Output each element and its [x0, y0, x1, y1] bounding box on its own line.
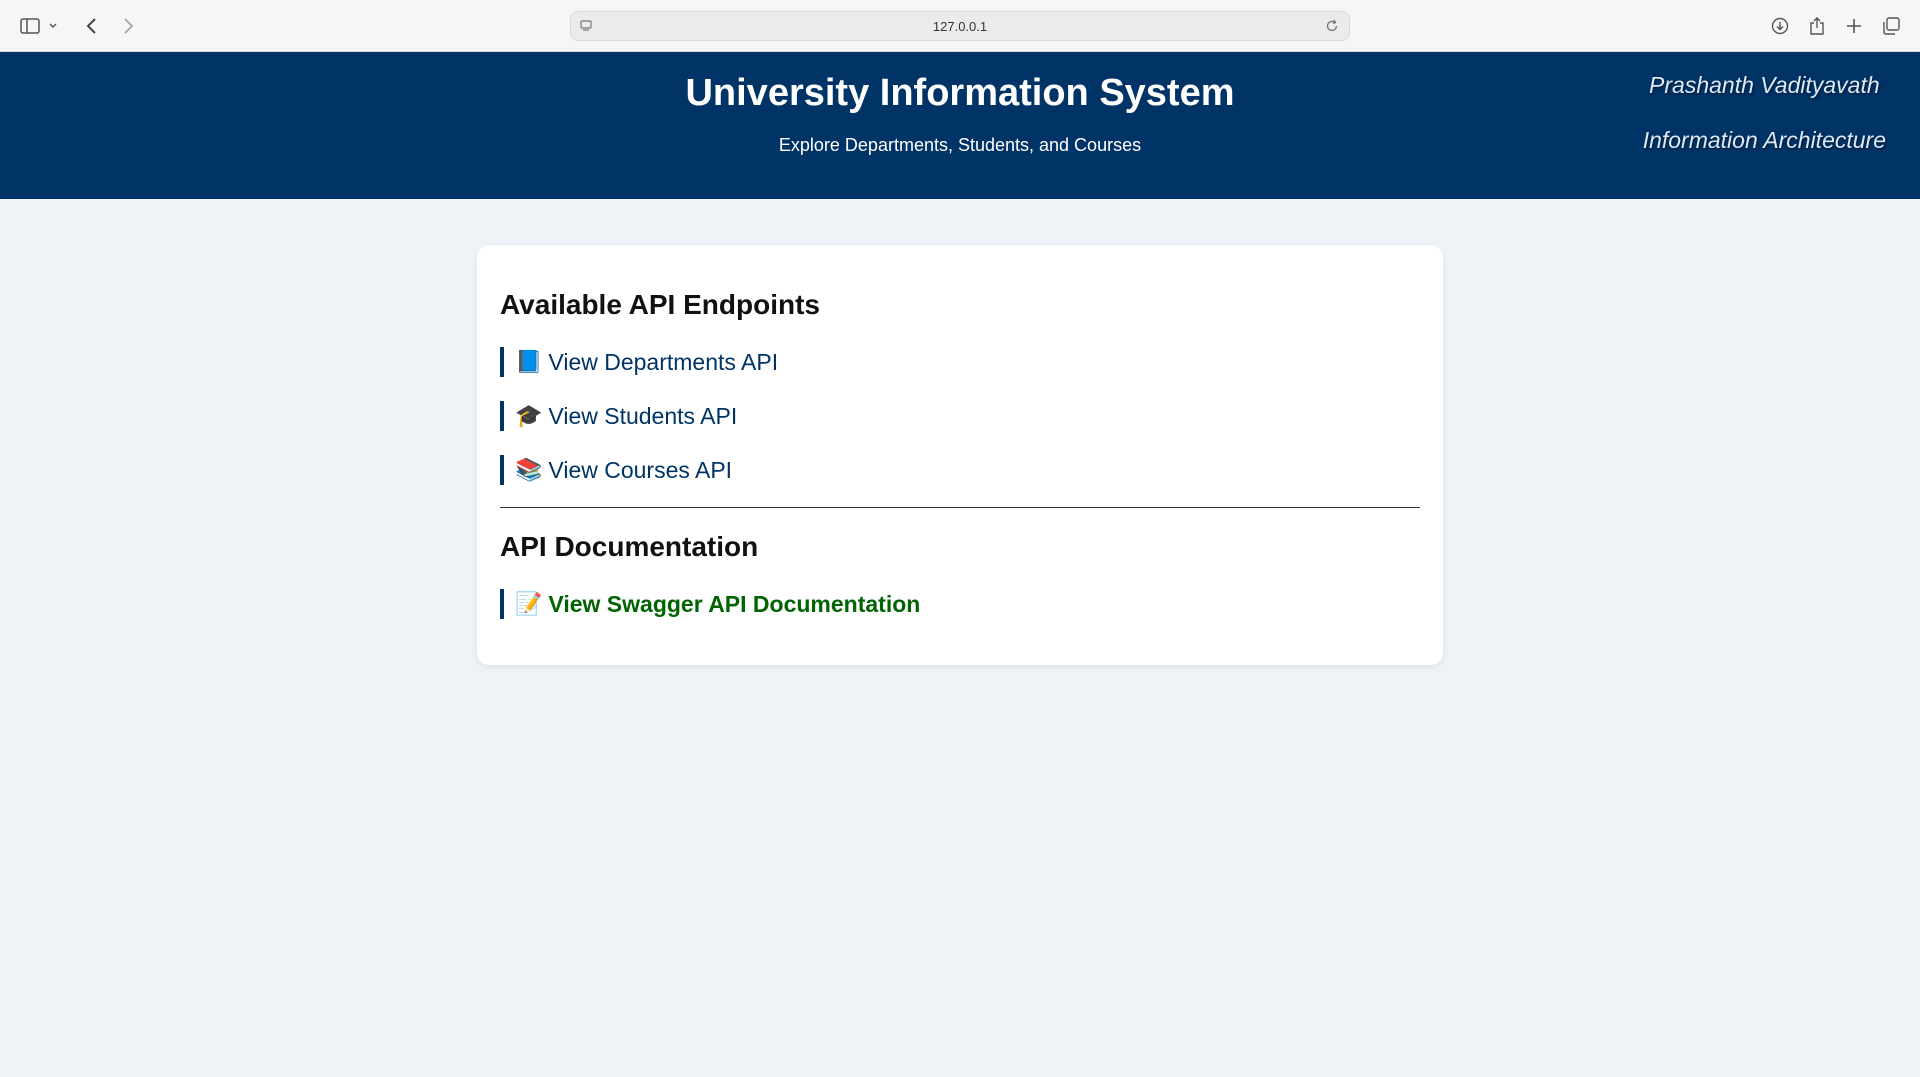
endpoints-heading: Available API Endpoints	[500, 289, 820, 320]
browser-toolbar: 127.0.0.1	[0, 0, 1920, 52]
tab-overview-icon[interactable]	[1877, 12, 1905, 40]
url-text: 127.0.0.1	[932, 19, 988, 34]
author-name: Prashanth Vadityavath	[1649, 72, 1880, 98]
courses-api-link[interactable]: 📚 View Courses API	[500, 455, 732, 485]
content-card: Available API Endpoints 📘 View Departmen…	[477, 245, 1443, 665]
section-divider	[500, 507, 1420, 508]
students-api-link[interactable]: 🎓 View Students API	[500, 401, 737, 431]
new-tab-icon[interactable]	[1840, 12, 1868, 40]
students-api-label: View Students API	[548, 402, 738, 429]
forward-icon[interactable]	[114, 12, 142, 40]
download-icon[interactable]	[1766, 12, 1794, 40]
blue-book-icon: 📘	[515, 349, 543, 375]
page-title: University Information System	[685, 72, 1235, 114]
courses-api-label: View Courses API	[548, 456, 733, 483]
departments-api-label: View Departments API	[548, 348, 779, 375]
books-icon: 📚	[515, 457, 543, 483]
sidebar-toggle-icon[interactable]	[16, 12, 44, 40]
page-subtitle: Explore Departments, Students, and Cours…	[778, 135, 1142, 155]
address-bar[interactable]: 127.0.0.1	[570, 11, 1350, 41]
swagger-docs-link[interactable]: 📝 View Swagger API Documentation	[500, 589, 920, 619]
share-icon[interactable]	[1803, 12, 1831, 40]
graduation-cap-icon: 🎓	[515, 403, 543, 429]
back-icon[interactable]	[78, 12, 106, 40]
chevron-down-icon[interactable]	[46, 12, 60, 40]
reload-icon[interactable]	[1325, 19, 1339, 38]
swagger-docs-label: View Swagger API Documentation	[548, 590, 921, 617]
course-name: Information Architecture	[1642, 127, 1886, 153]
memo-icon: 📝	[515, 591, 543, 617]
documentation-heading: API Documentation	[500, 531, 759, 562]
site-header: University Information System Explore De…	[0, 52, 1920, 199]
departments-api-link[interactable]: 📘 View Departments API	[500, 347, 778, 377]
author-block: Prashanth Vadityavath Information Archit…	[1643, 72, 1886, 154]
